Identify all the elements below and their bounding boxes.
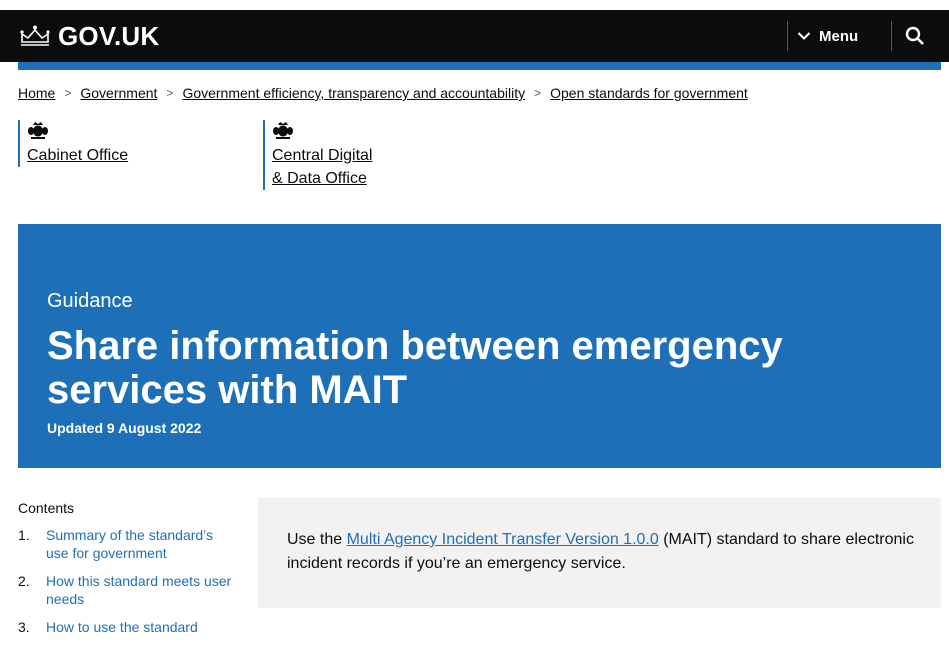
header-blue-bar xyxy=(18,62,941,70)
header-divider xyxy=(891,21,892,51)
chevron-down-icon xyxy=(797,32,811,40)
mait-standard-link[interactable]: Multi Agency Incident Transfer Version 1… xyxy=(347,531,659,548)
summary-text-before: Use the xyxy=(287,531,347,548)
contents-link-user-needs[interactable]: How this standard meets user needs xyxy=(46,572,233,608)
breadcrumb-government[interactable]: Government xyxy=(80,85,157,101)
document-type: Guidance xyxy=(47,290,133,312)
breadcrumb: Home > Government > Government efficienc… xyxy=(18,85,748,101)
org-link-cddo-line2[interactable]: & Data Office xyxy=(272,167,372,190)
summary-text: Use the Multi Agency Incident Transfer V… xyxy=(287,528,927,576)
breadcrumb-open-standards[interactable]: Open standards for government xyxy=(550,85,748,101)
contents-item-number: 2. xyxy=(18,573,30,589)
menu-button[interactable]: Menu xyxy=(797,24,858,48)
organisation-cabinet-office: Cabinet Office xyxy=(18,120,128,167)
org-link-cabinet-office[interactable]: Cabinet Office xyxy=(27,144,128,167)
organisation-cddo: Central Digital & Data Office xyxy=(263,120,372,190)
contents-heading: Contents xyxy=(18,500,75,516)
title-banner: Guidance Share information between emerg… xyxy=(18,224,941,468)
royal-crest-icon xyxy=(28,122,48,139)
contents-item: 3. How to use the standard xyxy=(18,618,233,636)
contents-list: Contents 1. Summary of the standard’s us… xyxy=(18,500,233,646)
updated-date: Updated 9 August 2022 xyxy=(47,420,202,436)
page-title: Share information between emergency serv… xyxy=(47,324,783,412)
breadcrumb-home[interactable]: Home xyxy=(18,85,55,101)
contents-item: 2. How this standard meets user needs xyxy=(18,572,233,608)
menu-label: Menu xyxy=(819,27,859,45)
contents-item-number: 1. xyxy=(18,527,30,543)
org-link-cddo-line1[interactable]: Central Digital xyxy=(272,144,372,167)
site-header: GOV.UK Menu xyxy=(0,10,949,62)
summary-box: Use the Multi Agency Incident Transfer V… xyxy=(258,498,941,608)
header-divider xyxy=(787,21,788,51)
chevron-right-icon: > xyxy=(534,86,542,100)
search-button[interactable] xyxy=(900,22,930,50)
royal-crest-icon xyxy=(273,122,293,139)
contents-item: 1. Summary of the standard’s use for gov… xyxy=(18,526,233,562)
crown-icon xyxy=(20,25,50,46)
search-icon xyxy=(905,26,924,45)
contents-item-number: 3. xyxy=(18,619,30,635)
chevron-right-icon: > xyxy=(166,86,174,100)
logo-text: GOV.UK xyxy=(58,20,160,51)
contents-link-summary[interactable]: Summary of the standard’s use for govern… xyxy=(46,526,233,562)
breadcrumb-efficiency[interactable]: Government efficiency, transparency and … xyxy=(182,85,525,101)
govuk-logo-link[interactable]: GOV.UK xyxy=(18,21,159,51)
chevron-right-icon: > xyxy=(64,86,72,100)
contents-link-how-to-use[interactable]: How to use the standard xyxy=(46,618,198,636)
